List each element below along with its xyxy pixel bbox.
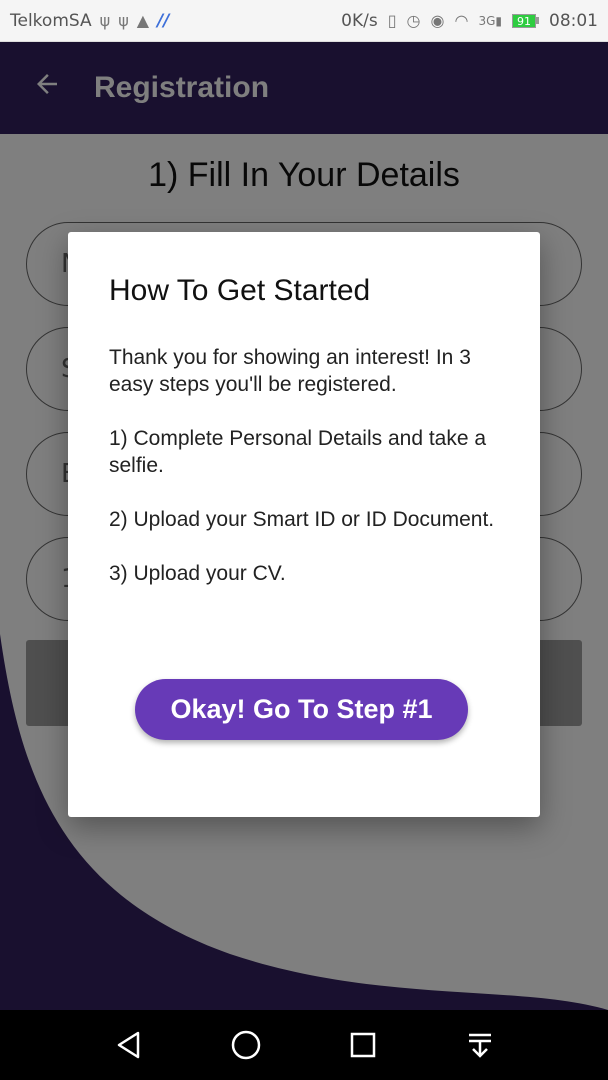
dialog-step-3: 3) Upload your CV. xyxy=(109,562,286,585)
usb-debug-icon: ψ xyxy=(118,11,129,30)
nav-recents-button[interactable] xyxy=(343,1025,383,1065)
notifications-pull-down-icon xyxy=(468,1033,491,1058)
app-notification-icon: // xyxy=(157,10,170,31)
clock: 08:01 xyxy=(549,10,598,31)
usb-icon: ψ xyxy=(99,11,111,30)
battery-icon: 91 xyxy=(512,13,539,28)
status-bar: TelkomSA ψ ψ ▲ // 0K/s ▯ ◷ ◉ ◠ 3G▮ 91 08… xyxy=(0,0,608,42)
wifi-icon: ◠ xyxy=(454,11,469,30)
nav-notifications-button[interactable] xyxy=(460,1025,500,1065)
recents-square-icon xyxy=(350,1032,375,1058)
nav-home-button[interactable] xyxy=(226,1025,266,1065)
dialog-body: Thank you for showing an interest! In 3 … xyxy=(109,344,509,614)
dialog-step-1: 1) Complete Personal Details and take a … xyxy=(109,427,487,477)
dialog-intro: Thank you for showing an interest! In 3 … xyxy=(109,346,471,396)
back-triangle-icon xyxy=(117,1031,139,1059)
eye-comfort-icon: ◉ xyxy=(430,11,445,30)
network-type: 3G xyxy=(478,13,496,28)
dialog-title: How To Get Started xyxy=(109,274,371,307)
vibrate-icon: ▯ xyxy=(387,11,397,30)
net-speed: 0K/s xyxy=(341,10,378,31)
how-to-dialog: How To Get Started Thank you for showing… xyxy=(68,232,540,817)
system-nav-bar xyxy=(0,1010,608,1080)
notification-bell-icon: ▲ xyxy=(136,11,150,30)
nav-back-button[interactable] xyxy=(109,1025,149,1065)
carrier-label: TelkomSA xyxy=(10,10,92,31)
battery-level: 91 xyxy=(512,13,536,28)
home-circle-icon xyxy=(231,1030,260,1060)
alarm-icon: ◷ xyxy=(406,11,421,30)
dialog-step-2: 2) Upload your Smart ID or ID Document. xyxy=(109,508,495,531)
signal-icon: 3G▮ xyxy=(478,13,502,28)
go-to-step-1-button[interactable]: Okay! Go To Step #1 xyxy=(135,679,468,740)
